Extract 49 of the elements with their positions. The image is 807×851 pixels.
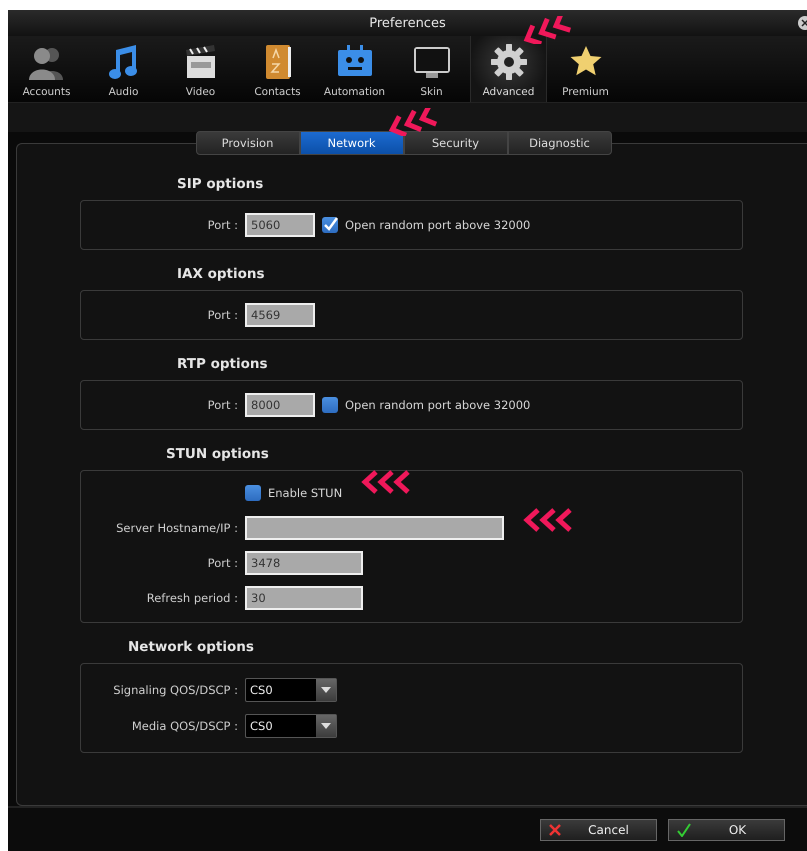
checkbox[interactable] [322, 397, 338, 413]
tab[interactable]: Diagnostic [508, 131, 612, 155]
input-field[interactable]: 5060 [245, 213, 315, 237]
field-label: Port : [206, 308, 238, 322]
checkbox-label: Enable STUN [268, 486, 342, 500]
input-field[interactable] [245, 516, 504, 540]
checkbox[interactable] [245, 485, 261, 501]
section-heading: RTP options [176, 356, 269, 372]
checkmark-icon [677, 822, 691, 836]
tab[interactable]: Network [300, 131, 404, 155]
caret-icon [321, 723, 331, 729]
toolbar-item[interactable]: Skin [393, 36, 470, 102]
input-field[interactable]: 30 [245, 586, 363, 610]
toolbar-item[interactable]: Audio [85, 36, 162, 102]
section-heading: Network options [127, 639, 255, 655]
gear-icon [488, 42, 528, 82]
field-label: Port : [206, 556, 238, 570]
input-field[interactable]: 8000 [245, 393, 315, 417]
field-label: Port : [206, 398, 238, 412]
section-heading: STUN options [165, 446, 270, 462]
input-field[interactable]: 4569 [245, 303, 315, 327]
cross-icon [549, 824, 561, 836]
toolbar-item[interactable]: Accounts [8, 36, 85, 102]
checkbox-label: Open random port above 32000 [345, 398, 530, 412]
cancel-button[interactable]: Cancel [540, 818, 657, 840]
toolbar-item[interactable]: Advanced [470, 36, 547, 102]
checkbox-label: Open random port above 32000 [345, 218, 530, 232]
tab[interactable]: Security [404, 131, 508, 155]
close-icon[interactable] [797, 16, 807, 30]
ok-button[interactable]: OK [668, 818, 785, 840]
chevron-annotation-icon [386, 108, 440, 136]
field-label: Signaling QOS/DSCP : [112, 683, 238, 697]
checkbox[interactable] [322, 217, 338, 233]
field-label: Server Hostname/IP : [115, 521, 238, 535]
field-label: Refresh period : [146, 591, 238, 605]
caret-icon [321, 687, 331, 693]
toolbar-item[interactable]: Premium [547, 36, 624, 102]
dropdown[interactable]: CS0 [245, 714, 337, 738]
field-label: Media QOS/DSCP : [130, 719, 238, 733]
toolbar-item[interactable]: Contacts [239, 36, 316, 102]
toolbar-item[interactable]: Video [162, 36, 239, 102]
window-title: Preferences [369, 16, 446, 30]
section-heading: IAX options [176, 266, 266, 282]
section-heading: SIP options [176, 176, 264, 192]
dropdown[interactable]: CS0 [245, 678, 337, 702]
input-field[interactable]: 3478 [245, 551, 363, 575]
field-label: Port : [206, 218, 238, 232]
toolbar-item[interactable]: Automation [316, 36, 393, 102]
tab[interactable]: Provision [196, 131, 300, 155]
